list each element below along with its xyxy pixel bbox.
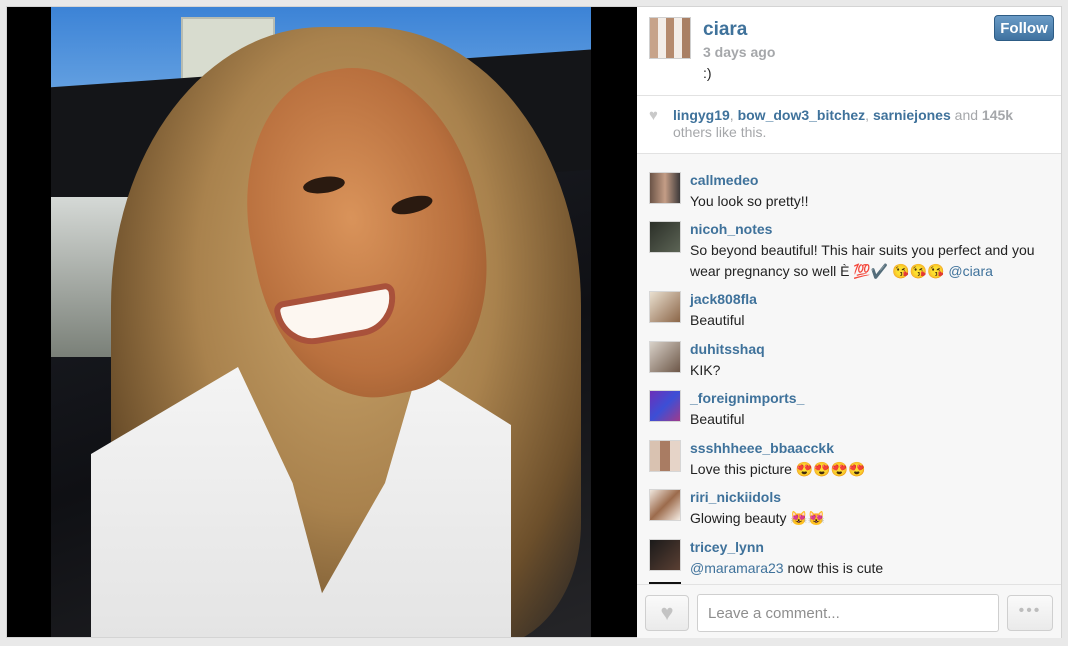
avatar[interactable] bbox=[649, 291, 681, 323]
likes-text: lingyg19, bow_dow3_bitchez, sarniejones … bbox=[673, 107, 1045, 141]
more-options-button[interactable]: ••• bbox=[1007, 595, 1053, 631]
comment-username[interactable]: riri_nickiidols bbox=[690, 489, 781, 505]
comment-text: So beyond beautiful! This hair suits you… bbox=[690, 240, 1055, 282]
comment-text: @maramara23 now this is cute bbox=[690, 558, 1055, 579]
post-header: ciara 3 days ago :) Follow bbox=[637, 7, 1061, 96]
post-timestamp[interactable]: 3 days ago bbox=[703, 44, 775, 60]
comment-text: Beautiful bbox=[690, 312, 745, 328]
photo-panel bbox=[7, 7, 637, 637]
likes-separator: , bbox=[729, 107, 738, 123]
heart-icon: ♥ bbox=[660, 600, 674, 625]
avatar[interactable] bbox=[649, 390, 681, 422]
comment-footer: ♥ ••• bbox=[637, 584, 1061, 638]
comment-username[interactable]: nicoh_notes bbox=[690, 221, 772, 237]
post-modal: ciara 3 days ago :) Follow ♥ lingyg19, b… bbox=[6, 6, 1062, 638]
comment-username[interactable]: duhitsshaq bbox=[690, 341, 765, 357]
author-name[interactable]: ciara bbox=[703, 19, 747, 41]
comment-body: now this is cute bbox=[783, 560, 884, 576]
avatar[interactable] bbox=[649, 341, 681, 373]
liker-link[interactable]: sarniejones bbox=[873, 107, 951, 123]
likes-and: and bbox=[950, 107, 982, 123]
avatar[interactable] bbox=[649, 539, 681, 571]
heart-icon: ♥ bbox=[649, 107, 658, 124]
comment-mention[interactable]: @maramara23 bbox=[690, 560, 784, 576]
likes-others: others like this. bbox=[673, 124, 767, 140]
avatar[interactable] bbox=[649, 172, 681, 204]
comment-text: You look so pretty!! bbox=[690, 193, 809, 209]
comment-username[interactable]: tricey_lynn bbox=[690, 539, 764, 555]
liker-link[interactable]: lingyg19 bbox=[673, 107, 730, 123]
avatar[interactable] bbox=[649, 489, 681, 521]
comment-text: Glowing beauty 😻😻 bbox=[690, 510, 826, 526]
comment-mention[interactable]: @ciara bbox=[948, 263, 993, 279]
comment-username[interactable]: callmedeo bbox=[690, 172, 758, 188]
avatar[interactable] bbox=[649, 440, 681, 472]
likes-separator: , bbox=[865, 107, 873, 123]
comment-text: Love this picture 😍😍😍😍 bbox=[690, 461, 866, 477]
comment-text: Beautiful bbox=[690, 411, 745, 427]
post-caption: :) bbox=[703, 65, 712, 81]
liker-link[interactable]: bow_dow3_bitchez bbox=[738, 107, 866, 123]
post-photo[interactable] bbox=[51, 7, 591, 637]
like-button[interactable]: ♥ bbox=[645, 595, 689, 631]
comment-username[interactable]: _foreignimports_ bbox=[690, 390, 804, 406]
comments-list[interactable]: callmedeo You look so pretty!! nicoh_not… bbox=[637, 154, 1061, 584]
likes-count[interactable]: 145k bbox=[982, 107, 1013, 123]
author-avatar[interactable] bbox=[649, 17, 691, 59]
follow-button[interactable]: Follow bbox=[994, 15, 1054, 41]
post-sidebar: ciara 3 days ago :) Follow ♥ lingyg19, b… bbox=[637, 7, 1061, 638]
avatar[interactable] bbox=[649, 221, 681, 253]
comment-input[interactable] bbox=[697, 594, 999, 632]
comment-username[interactable]: ssshhheee_bbaacckk bbox=[690, 440, 834, 456]
comment-text: KIK? bbox=[690, 362, 721, 378]
likes-summary: ♥ lingyg19, bow_dow3_bitchez, sarniejone… bbox=[637, 95, 1061, 154]
comment-username[interactable]: jack808fla bbox=[690, 291, 757, 307]
